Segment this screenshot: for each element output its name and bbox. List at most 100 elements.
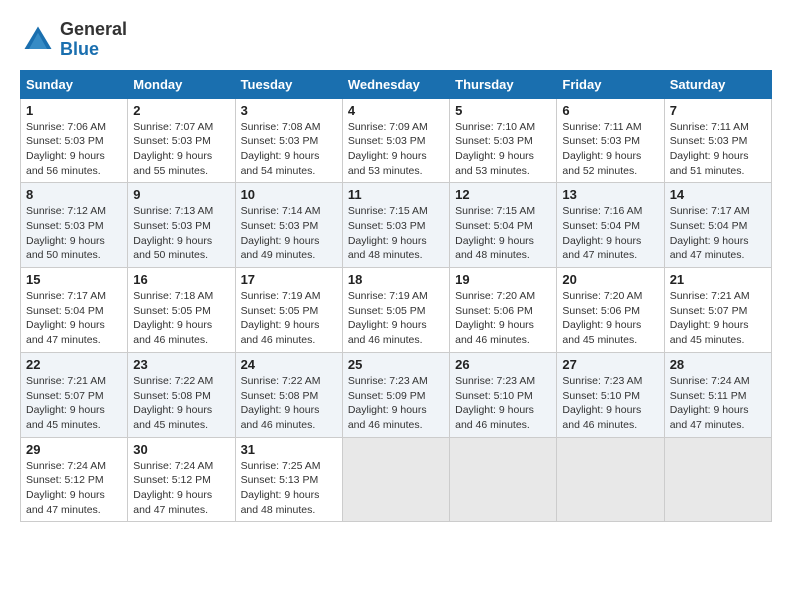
day-number: 16	[133, 272, 229, 287]
logo-text: General Blue	[60, 20, 127, 60]
calendar-cell: 19 Sunrise: 7:20 AMSunset: 5:06 PMDaylig…	[450, 268, 557, 353]
calendar-cell: 24 Sunrise: 7:22 AMSunset: 5:08 PMDaylig…	[235, 352, 342, 437]
page-header: General Blue	[20, 20, 772, 60]
day-info: Sunrise: 7:24 AMSunset: 5:12 PMDaylight:…	[26, 459, 122, 518]
day-number: 7	[670, 103, 766, 118]
calendar-cell: 3 Sunrise: 7:08 AMSunset: 5:03 PMDayligh…	[235, 98, 342, 183]
day-number: 11	[348, 187, 444, 202]
calendar-cell	[342, 437, 449, 522]
day-number: 5	[455, 103, 551, 118]
day-number: 29	[26, 442, 122, 457]
calendar-cell: 6 Sunrise: 7:11 AMSunset: 5:03 PMDayligh…	[557, 98, 664, 183]
day-number: 21	[670, 272, 766, 287]
day-info: Sunrise: 7:24 AMSunset: 5:11 PMDaylight:…	[670, 374, 766, 433]
logo-icon	[20, 22, 56, 58]
day-info: Sunrise: 7:22 AMSunset: 5:08 PMDaylight:…	[241, 374, 337, 433]
day-number: 12	[455, 187, 551, 202]
day-number: 17	[241, 272, 337, 287]
day-number: 30	[133, 442, 229, 457]
day-info: Sunrise: 7:21 AMSunset: 5:07 PMDaylight:…	[26, 374, 122, 433]
day-info: Sunrise: 7:06 AMSunset: 5:03 PMDaylight:…	[26, 120, 122, 179]
day-info: Sunrise: 7:25 AMSunset: 5:13 PMDaylight:…	[241, 459, 337, 518]
calendar-cell: 2 Sunrise: 7:07 AMSunset: 5:03 PMDayligh…	[128, 98, 235, 183]
weekday-header-tuesday: Tuesday	[235, 70, 342, 98]
calendar-cell: 7 Sunrise: 7:11 AMSunset: 5:03 PMDayligh…	[664, 98, 771, 183]
calendar-week-3: 15 Sunrise: 7:17 AMSunset: 5:04 PMDaylig…	[21, 268, 772, 353]
day-number: 2	[133, 103, 229, 118]
day-info: Sunrise: 7:13 AMSunset: 5:03 PMDaylight:…	[133, 204, 229, 263]
day-number: 31	[241, 442, 337, 457]
day-info: Sunrise: 7:15 AMSunset: 5:03 PMDaylight:…	[348, 204, 444, 263]
calendar-cell: 28 Sunrise: 7:24 AMSunset: 5:11 PMDaylig…	[664, 352, 771, 437]
day-number: 20	[562, 272, 658, 287]
day-info: Sunrise: 7:23 AMSunset: 5:10 PMDaylight:…	[455, 374, 551, 433]
calendar-cell: 20 Sunrise: 7:20 AMSunset: 5:06 PMDaylig…	[557, 268, 664, 353]
day-info: Sunrise: 7:22 AMSunset: 5:08 PMDaylight:…	[133, 374, 229, 433]
weekday-header-thursday: Thursday	[450, 70, 557, 98]
day-info: Sunrise: 7:24 AMSunset: 5:12 PMDaylight:…	[133, 459, 229, 518]
day-info: Sunrise: 7:11 AMSunset: 5:03 PMDaylight:…	[670, 120, 766, 179]
day-info: Sunrise: 7:07 AMSunset: 5:03 PMDaylight:…	[133, 120, 229, 179]
day-number: 26	[455, 357, 551, 372]
day-number: 9	[133, 187, 229, 202]
calendar-cell: 26 Sunrise: 7:23 AMSunset: 5:10 PMDaylig…	[450, 352, 557, 437]
calendar-cell: 9 Sunrise: 7:13 AMSunset: 5:03 PMDayligh…	[128, 183, 235, 268]
calendar-cell	[664, 437, 771, 522]
calendar-cell: 30 Sunrise: 7:24 AMSunset: 5:12 PMDaylig…	[128, 437, 235, 522]
day-number: 18	[348, 272, 444, 287]
weekday-header-row: SundayMondayTuesdayWednesdayThursdayFrid…	[21, 70, 772, 98]
day-number: 19	[455, 272, 551, 287]
calendar-cell: 11 Sunrise: 7:15 AMSunset: 5:03 PMDaylig…	[342, 183, 449, 268]
weekday-header-friday: Friday	[557, 70, 664, 98]
calendar-cell: 18 Sunrise: 7:19 AMSunset: 5:05 PMDaylig…	[342, 268, 449, 353]
day-number: 4	[348, 103, 444, 118]
calendar-cell: 14 Sunrise: 7:17 AMSunset: 5:04 PMDaylig…	[664, 183, 771, 268]
calendar-week-2: 8 Sunrise: 7:12 AMSunset: 5:03 PMDayligh…	[21, 183, 772, 268]
weekday-header-monday: Monday	[128, 70, 235, 98]
calendar-week-5: 29 Sunrise: 7:24 AMSunset: 5:12 PMDaylig…	[21, 437, 772, 522]
calendar-cell: 10 Sunrise: 7:14 AMSunset: 5:03 PMDaylig…	[235, 183, 342, 268]
day-info: Sunrise: 7:17 AMSunset: 5:04 PMDaylight:…	[26, 289, 122, 348]
calendar-cell: 8 Sunrise: 7:12 AMSunset: 5:03 PMDayligh…	[21, 183, 128, 268]
day-info: Sunrise: 7:18 AMSunset: 5:05 PMDaylight:…	[133, 289, 229, 348]
logo: General Blue	[20, 20, 127, 60]
day-info: Sunrise: 7:09 AMSunset: 5:03 PMDaylight:…	[348, 120, 444, 179]
calendar-cell: 29 Sunrise: 7:24 AMSunset: 5:12 PMDaylig…	[21, 437, 128, 522]
calendar-cell: 12 Sunrise: 7:15 AMSunset: 5:04 PMDaylig…	[450, 183, 557, 268]
weekday-header-wednesday: Wednesday	[342, 70, 449, 98]
day-info: Sunrise: 7:14 AMSunset: 5:03 PMDaylight:…	[241, 204, 337, 263]
calendar-cell: 16 Sunrise: 7:18 AMSunset: 5:05 PMDaylig…	[128, 268, 235, 353]
calendar-table: SundayMondayTuesdayWednesdayThursdayFrid…	[20, 70, 772, 523]
day-number: 3	[241, 103, 337, 118]
day-info: Sunrise: 7:11 AMSunset: 5:03 PMDaylight:…	[562, 120, 658, 179]
weekday-header-saturday: Saturday	[664, 70, 771, 98]
day-number: 6	[562, 103, 658, 118]
calendar-cell: 15 Sunrise: 7:17 AMSunset: 5:04 PMDaylig…	[21, 268, 128, 353]
day-number: 15	[26, 272, 122, 287]
day-info: Sunrise: 7:19 AMSunset: 5:05 PMDaylight:…	[348, 289, 444, 348]
calendar-body: 1 Sunrise: 7:06 AMSunset: 5:03 PMDayligh…	[21, 98, 772, 522]
day-number: 13	[562, 187, 658, 202]
day-info: Sunrise: 7:12 AMSunset: 5:03 PMDaylight:…	[26, 204, 122, 263]
day-number: 1	[26, 103, 122, 118]
calendar-cell: 13 Sunrise: 7:16 AMSunset: 5:04 PMDaylig…	[557, 183, 664, 268]
day-info: Sunrise: 7:20 AMSunset: 5:06 PMDaylight:…	[455, 289, 551, 348]
calendar-cell	[557, 437, 664, 522]
calendar-cell: 21 Sunrise: 7:21 AMSunset: 5:07 PMDaylig…	[664, 268, 771, 353]
calendar-cell: 4 Sunrise: 7:09 AMSunset: 5:03 PMDayligh…	[342, 98, 449, 183]
calendar-week-4: 22 Sunrise: 7:21 AMSunset: 5:07 PMDaylig…	[21, 352, 772, 437]
calendar-cell: 31 Sunrise: 7:25 AMSunset: 5:13 PMDaylig…	[235, 437, 342, 522]
day-number: 27	[562, 357, 658, 372]
day-info: Sunrise: 7:20 AMSunset: 5:06 PMDaylight:…	[562, 289, 658, 348]
calendar-cell: 27 Sunrise: 7:23 AMSunset: 5:10 PMDaylig…	[557, 352, 664, 437]
calendar-cell: 25 Sunrise: 7:23 AMSunset: 5:09 PMDaylig…	[342, 352, 449, 437]
day-number: 23	[133, 357, 229, 372]
day-info: Sunrise: 7:17 AMSunset: 5:04 PMDaylight:…	[670, 204, 766, 263]
day-number: 24	[241, 357, 337, 372]
day-info: Sunrise: 7:23 AMSunset: 5:10 PMDaylight:…	[562, 374, 658, 433]
calendar-cell: 22 Sunrise: 7:21 AMSunset: 5:07 PMDaylig…	[21, 352, 128, 437]
day-info: Sunrise: 7:15 AMSunset: 5:04 PMDaylight:…	[455, 204, 551, 263]
day-number: 10	[241, 187, 337, 202]
day-info: Sunrise: 7:19 AMSunset: 5:05 PMDaylight:…	[241, 289, 337, 348]
day-info: Sunrise: 7:21 AMSunset: 5:07 PMDaylight:…	[670, 289, 766, 348]
